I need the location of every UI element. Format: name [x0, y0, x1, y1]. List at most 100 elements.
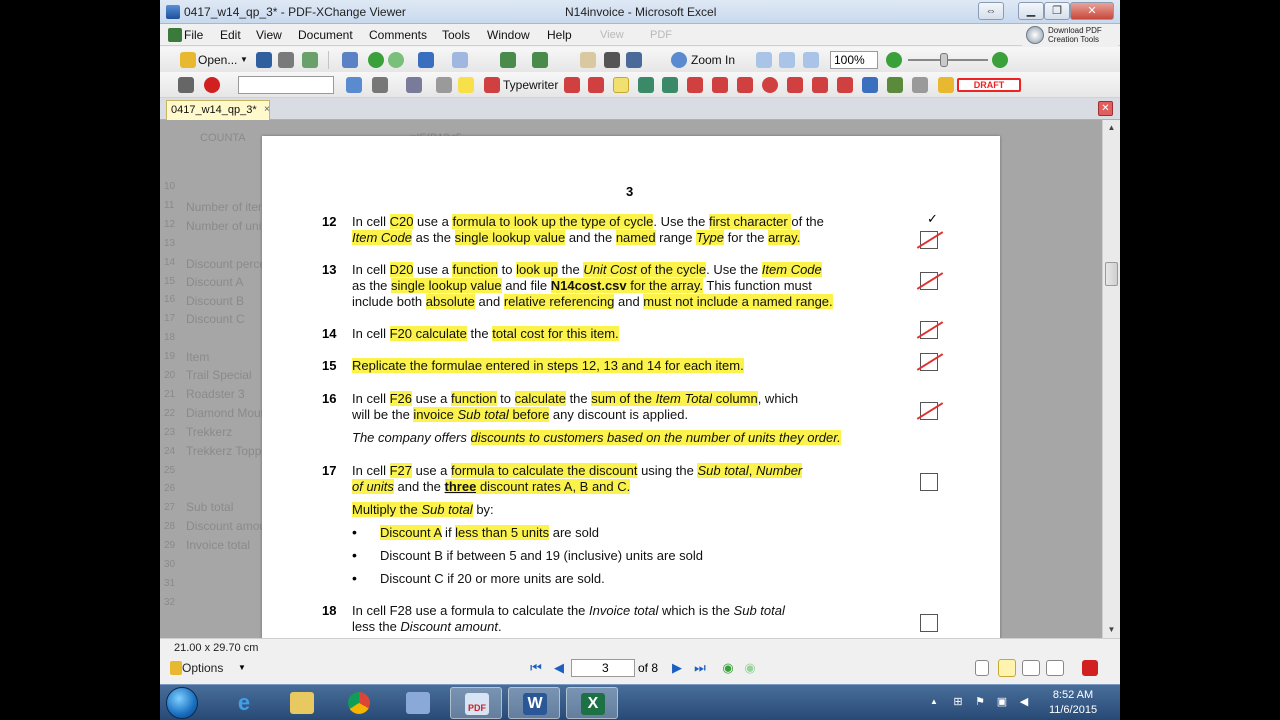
zoom-level-field[interactable]: 100% [830, 51, 878, 69]
options-button[interactable]: Options [182, 661, 223, 675]
taskbar-file-explorer[interactable] [276, 687, 328, 719]
restore-down-icon[interactable]: ⇔ [978, 2, 1004, 20]
select-text-icon[interactable] [626, 52, 642, 68]
strikeout-icon[interactable] [638, 77, 654, 93]
rotate-right-icon[interactable] [532, 52, 548, 68]
flag-icon[interactable]: ⚑ [974, 696, 986, 708]
sticky-note-icon[interactable] [458, 77, 474, 93]
open-button[interactable]: Open... [198, 51, 237, 69]
download-pdf-tools-button[interactable]: Download PDF Creation Tools [1022, 24, 1118, 46]
history-back-icon[interactable]: ◉ [720, 660, 736, 676]
textbox-icon[interactable] [588, 77, 604, 93]
menu-comments[interactable]: Comments [369, 28, 427, 42]
rectangle-icon[interactable] [737, 77, 753, 93]
menu-file[interactable]: File [184, 28, 203, 42]
highlight-text-icon[interactable] [613, 77, 629, 93]
menu-document[interactable]: Document [298, 28, 353, 42]
menu-help[interactable]: Help [547, 28, 572, 42]
pencil-icon[interactable] [887, 77, 903, 93]
back-icon[interactable] [368, 52, 384, 68]
hand-tool-icon[interactable] [580, 52, 596, 68]
close-document-icon[interactable]: ✕ [1098, 101, 1113, 116]
snapshot-icon[interactable] [604, 52, 620, 68]
network-icon[interactable]: ▣ [996, 696, 1008, 708]
email-icon[interactable] [302, 52, 318, 68]
taskbar-pdf-xchange[interactable]: PDF [450, 687, 502, 719]
glasses-icon[interactable] [178, 77, 194, 93]
fit-page-icon[interactable] [779, 52, 795, 68]
zoom-in-button[interactable]: Zoom In [691, 51, 735, 69]
actual-size-icon[interactable] [756, 52, 772, 68]
open-folder-icon[interactable] [180, 52, 196, 68]
single-page-icon[interactable] [975, 660, 989, 676]
print-icon[interactable] [278, 52, 294, 68]
scroll-up-icon[interactable]: ▲ [1103, 120, 1120, 136]
fit-width-icon[interactable] [803, 52, 819, 68]
taskbar-clock[interactable]: 8:52 AM 11/6/2015 [1048, 688, 1098, 718]
typewriter-icon[interactable] [484, 77, 500, 93]
menu-edit[interactable]: Edit [220, 28, 241, 42]
tray-expand-icon[interactable]: ▲ [928, 696, 940, 708]
previous-page-icon[interactable]: ◀ [551, 660, 567, 676]
redo-icon[interactable] [452, 52, 468, 68]
arrow-icon[interactable] [687, 77, 703, 93]
first-page-icon[interactable]: ⏮ [528, 660, 544, 676]
line-icon[interactable] [712, 77, 728, 93]
page-number-field[interactable]: 3 [571, 659, 635, 677]
taskbar-program[interactable] [392, 687, 444, 719]
vertical-scrollbar[interactable]: ▲ ▼ [1102, 120, 1120, 638]
continuous-facing-icon[interactable] [1046, 660, 1064, 676]
last-page-icon[interactable]: ⏭ [692, 660, 708, 676]
zoom-slider[interactable] [908, 59, 988, 61]
taskbar-chrome[interactable] [334, 687, 386, 719]
options-dropdown-icon[interactable]: ▼ [238, 663, 246, 672]
document-tab[interactable]: 0417_w14_qp_3* × [166, 100, 270, 120]
tray-windows-icon[interactable]: ⊞ [952, 696, 964, 708]
taskbar-excel[interactable]: X [566, 687, 618, 719]
tab-close-icon[interactable]: × [264, 101, 270, 119]
undo-icon[interactable] [418, 52, 434, 68]
draft-stamp-button[interactable]: DRAFT [957, 78, 1021, 92]
volume-icon[interactable]: ◀ [1018, 696, 1030, 708]
save-icon[interactable] [256, 52, 272, 68]
scroll-down-icon[interactable]: ▼ [1103, 622, 1120, 638]
zoom-in-icon[interactable] [671, 52, 687, 68]
close-button[interactable]: ✕ [1070, 2, 1114, 20]
scrollbar-thumb[interactable] [1105, 262, 1118, 286]
cloud-icon[interactable] [812, 77, 828, 93]
lips-icon[interactable] [204, 77, 220, 93]
polygon-icon[interactable] [787, 77, 803, 93]
tools-icon[interactable] [406, 77, 422, 93]
menu-tools[interactable]: Tools [442, 28, 470, 42]
taskbar-word[interactable]: W [508, 687, 560, 719]
search-options-icon[interactable] [372, 77, 388, 93]
continuous-page-icon[interactable] [998, 659, 1016, 677]
open-dropdown-icon[interactable]: ▼ [240, 51, 248, 69]
maximize-button[interactable]: ❐ [1044, 2, 1070, 20]
next-page-icon[interactable]: ▶ [669, 660, 685, 676]
facing-pages-icon[interactable] [1022, 660, 1040, 676]
pin-icon[interactable] [862, 77, 878, 93]
typewriter-button[interactable]: Typewriter [503, 76, 558, 94]
minimize-button[interactable]: ▁ [1018, 2, 1044, 20]
callout-icon[interactable] [564, 77, 580, 93]
menu-window[interactable]: Window [487, 28, 530, 42]
document-viewport[interactable]: COUNTA =IF(B12<5 Number of itemsNumber o… [160, 120, 1102, 638]
rotate-icon[interactable] [500, 52, 516, 68]
zoom-slider-thumb[interactable] [940, 53, 948, 67]
find-icon[interactable] [346, 77, 362, 93]
underline-icon[interactable] [662, 77, 678, 93]
pdf-app-menu-icon[interactable] [168, 28, 182, 42]
polyline-icon[interactable] [837, 77, 853, 93]
stamp-icon[interactable] [436, 77, 452, 93]
taskbar-internet-explorer[interactable]: e [218, 687, 270, 719]
search-field[interactable] [238, 76, 334, 94]
pdf-icon[interactable] [1082, 660, 1098, 676]
stamp-tool-icon[interactable] [938, 77, 954, 93]
start-button[interactable] [166, 687, 198, 719]
menu-view[interactable]: View [256, 28, 282, 42]
zoom-out-icon[interactable] [886, 52, 902, 68]
forward-icon[interactable] [388, 52, 404, 68]
eraser-icon[interactable] [912, 77, 928, 93]
hand-icon[interactable] [342, 52, 358, 68]
